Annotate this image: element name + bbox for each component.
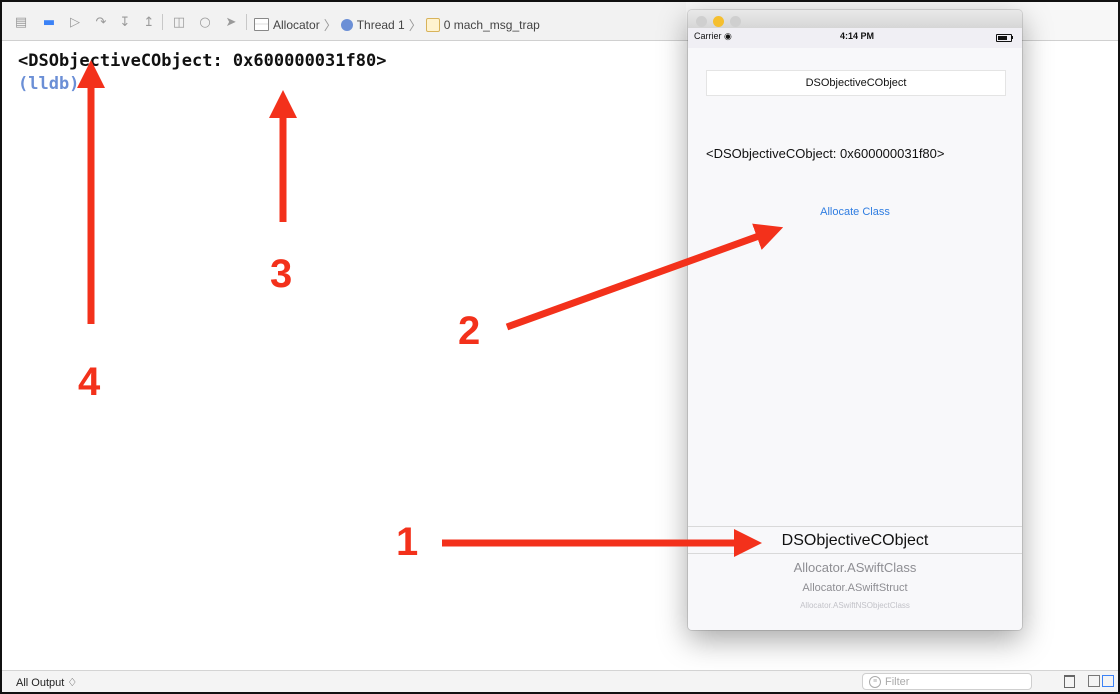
output-selector[interactable]: All Output ♢	[16, 676, 77, 689]
console-output-line: <DSObjectiveCObject: 0x600000031f80>	[18, 51, 387, 71]
chevron-right-icon: 〉	[323, 18, 337, 33]
lldb-prompt[interactable]: (lldb)	[18, 74, 79, 94]
status-time: 4:14 PM	[840, 31, 875, 41]
carrier-label: Carrier ◉	[694, 31, 732, 41]
filter-icon: ≡	[869, 675, 881, 688]
target-icon	[254, 18, 269, 31]
thread-icon	[340, 18, 353, 31]
allocate-class-button[interactable]: Allocate Class	[688, 206, 1022, 218]
trash-icon[interactable]	[1064, 675, 1075, 688]
simulator-titlebar	[688, 10, 1022, 28]
zoom-button[interactable]	[730, 16, 741, 27]
xcode-window: ▤ ▬ ▷ ↷ ↧ ↥ ◫ ○ ➤ Allocator 〉 Thread 1 〉…	[0, 0, 1120, 694]
picker-row[interactable]: Allocator.ASwiftStruct	[688, 582, 1022, 594]
picker-row[interactable]: Allocator.ASwiftClass	[688, 560, 1022, 575]
battery-icon	[996, 34, 1012, 42]
continue-icon[interactable]: ▷	[66, 14, 84, 30]
step-out-icon[interactable]: ↥	[140, 14, 158, 30]
step-into-icon[interactable]: ↧	[116, 14, 134, 30]
picker-divider	[688, 553, 1022, 554]
app-screen: DSObjectiveCObject <DSObjectiveCObject: …	[688, 48, 1022, 630]
object-description-label: <DSObjectiveCObject: 0x600000031f80>	[706, 146, 945, 161]
chevron-right-icon: 〉	[408, 18, 422, 33]
close-button[interactable]	[696, 16, 707, 27]
picker-row-selected[interactable]: DSObjectiveCObject	[688, 532, 1022, 550]
annotation-1: 1	[396, 520, 419, 564]
annotation-4: 4	[78, 360, 101, 404]
view-debugger-icon[interactable]: ◫	[170, 14, 188, 30]
step-over-icon[interactable]: ↷	[92, 14, 110, 30]
console-pane-icon[interactable]	[1102, 675, 1114, 687]
breakpoints-toggle-icon[interactable]: ▬	[40, 14, 58, 30]
simulator-window: Carrier ◉ 4:14 PM DSObjectiveCObject <DS…	[688, 10, 1022, 630]
class-picker[interactable]: DSObjectiveCObject Allocator.ASwiftClass…	[688, 526, 1022, 630]
filter-placeholder: Filter	[885, 675, 910, 688]
debug-bar: ▤ ▬ ▷ ↷ ↧ ↥ ◫ ○ ➤ Allocator 〉 Thread 1 〉…	[2, 2, 686, 41]
ios-status-bar: Carrier ◉ 4:14 PM	[688, 28, 1022, 48]
simulate-location-icon[interactable]: ➤	[222, 14, 240, 30]
minimize-button[interactable]	[713, 16, 724, 27]
toolbar-divider	[162, 14, 163, 30]
battery-tip	[1011, 36, 1013, 39]
toolbar-divider	[246, 14, 247, 30]
hide-debug-area-icon[interactable]: ▤	[12, 14, 30, 30]
annotation-3: 3	[270, 252, 293, 296]
breadcrumb: Allocator 〉 Thread 1 〉 0 mach_msg_trap	[254, 15, 540, 34]
breadcrumb-thread[interactable]: Thread 1	[357, 18, 405, 32]
memory-graph-icon[interactable]: ○	[196, 14, 214, 30]
class-name-field[interactable]: DSObjectiveCObject	[706, 70, 1006, 96]
picker-divider	[688, 526, 1022, 527]
breadcrumb-frame[interactable]: 0 mach_msg_trap	[444, 18, 540, 32]
picker-row[interactable]: Allocator.ASwiftNSObjectClass	[688, 601, 1022, 610]
breadcrumb-target[interactable]: Allocator	[273, 18, 320, 32]
annotation-2: 2	[458, 309, 481, 353]
split-pane-icon[interactable]	[1088, 675, 1100, 687]
stack-frame-icon	[425, 17, 440, 32]
filter-input[interactable]: ≡ Filter	[862, 673, 1032, 690]
console-bottom-bar: All Output ♢ ≡ Filter	[2, 670, 1118, 692]
